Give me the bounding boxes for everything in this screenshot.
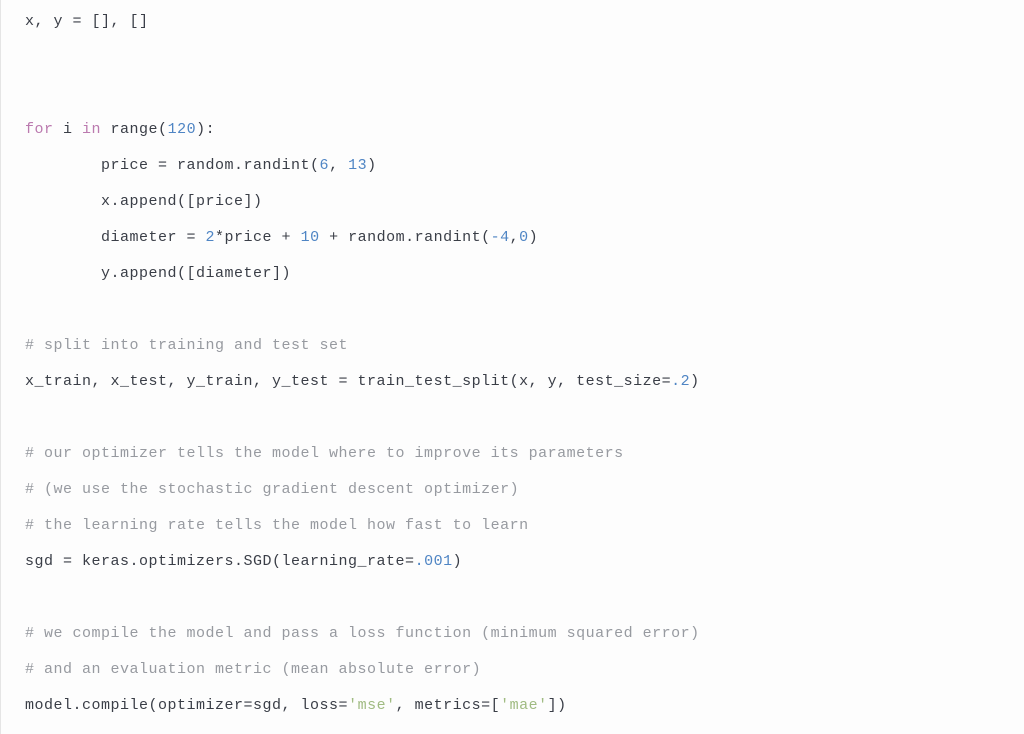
- code-token: # and an evaluation metric (mean absolut…: [25, 661, 481, 678]
- code-token: # our optimizer tells the model where to…: [25, 445, 624, 462]
- code-token: 10: [301, 229, 320, 246]
- code-line: [25, 292, 1024, 328]
- code-token: ]): [548, 697, 567, 714]
- code-token: *price +: [215, 229, 301, 246]
- code-token: # (we use the stochastic gradient descen…: [25, 481, 519, 498]
- code-line: model.compile(optimizer=sgd, loss='mse',…: [25, 688, 1024, 724]
- code-line: sgd = keras.optimizers.SGD(learning_rate…: [25, 544, 1024, 580]
- code-token: ,: [329, 157, 348, 174]
- code-token: i: [54, 121, 83, 138]
- code-token: x_train, x_test, y_train, y_test = train…: [25, 373, 671, 390]
- code-token: x, y = [], []: [25, 13, 149, 30]
- code-line: x, y = [], []: [25, 4, 1024, 40]
- code-token: ): [367, 157, 377, 174]
- code-token: x.append([price]): [25, 193, 263, 210]
- code-line: for i in range(120):: [25, 112, 1024, 148]
- code-token: 2: [206, 229, 216, 246]
- code-line: # we compile the model and pass a loss f…: [25, 616, 1024, 652]
- code-token: # the learning rate tells the model how …: [25, 517, 529, 534]
- code-token: ):: [196, 121, 215, 138]
- code-token: + random.randint(: [320, 229, 491, 246]
- code-token: sgd = keras.optimizers.SGD(learning_rate…: [25, 553, 415, 570]
- code-token: model.compile(optimizer=sgd, loss=: [25, 697, 348, 714]
- code-token: 0: [519, 229, 529, 246]
- code-token: for: [25, 121, 54, 138]
- code-line: # (we use the stochastic gradient descen…: [25, 472, 1024, 508]
- code-token: ): [529, 229, 539, 246]
- code-token: y.append([diameter]): [25, 265, 291, 282]
- code-token: 'mse': [348, 697, 396, 714]
- code-token: # we compile the model and pass a loss f…: [25, 625, 700, 642]
- code-token: ): [690, 373, 700, 390]
- code-line: # the learning rate tells the model how …: [25, 508, 1024, 544]
- code-token: .001: [415, 553, 453, 570]
- code-line: # our optimizer tells the model where to…: [25, 436, 1024, 472]
- code-line: y.append([diameter]): [25, 256, 1024, 292]
- code-line: x.append([price]): [25, 184, 1024, 220]
- code-token: ,: [510, 229, 520, 246]
- code-token: 'mae': [500, 697, 548, 714]
- code-token: 13: [348, 157, 367, 174]
- code-line: [25, 580, 1024, 616]
- code-token: price = random.randint(: [25, 157, 320, 174]
- code-line: # split into training and test set: [25, 328, 1024, 364]
- code-token: range(: [101, 121, 168, 138]
- code-line: [25, 76, 1024, 112]
- code-token: -4: [491, 229, 510, 246]
- code-line: x_train, x_test, y_train, y_test = train…: [25, 364, 1024, 400]
- code-token: # split into training and test set: [25, 337, 348, 354]
- code-token: diameter =: [25, 229, 206, 246]
- code-line: # and an evaluation metric (mean absolut…: [25, 652, 1024, 688]
- code-line: diameter = 2*price + 10 + random.randint…: [25, 220, 1024, 256]
- code-token: , metrics=[: [396, 697, 501, 714]
- code-block: x, y = [], [] for i in range(120): price…: [0, 0, 1024, 734]
- code-line: [25, 400, 1024, 436]
- code-token: 120: [168, 121, 197, 138]
- code-token: ): [453, 553, 463, 570]
- code-token: 6: [320, 157, 330, 174]
- code-token: .2: [671, 373, 690, 390]
- code-token: in: [82, 121, 101, 138]
- code-line: [25, 40, 1024, 76]
- code-line: price = random.randint(6, 13): [25, 148, 1024, 184]
